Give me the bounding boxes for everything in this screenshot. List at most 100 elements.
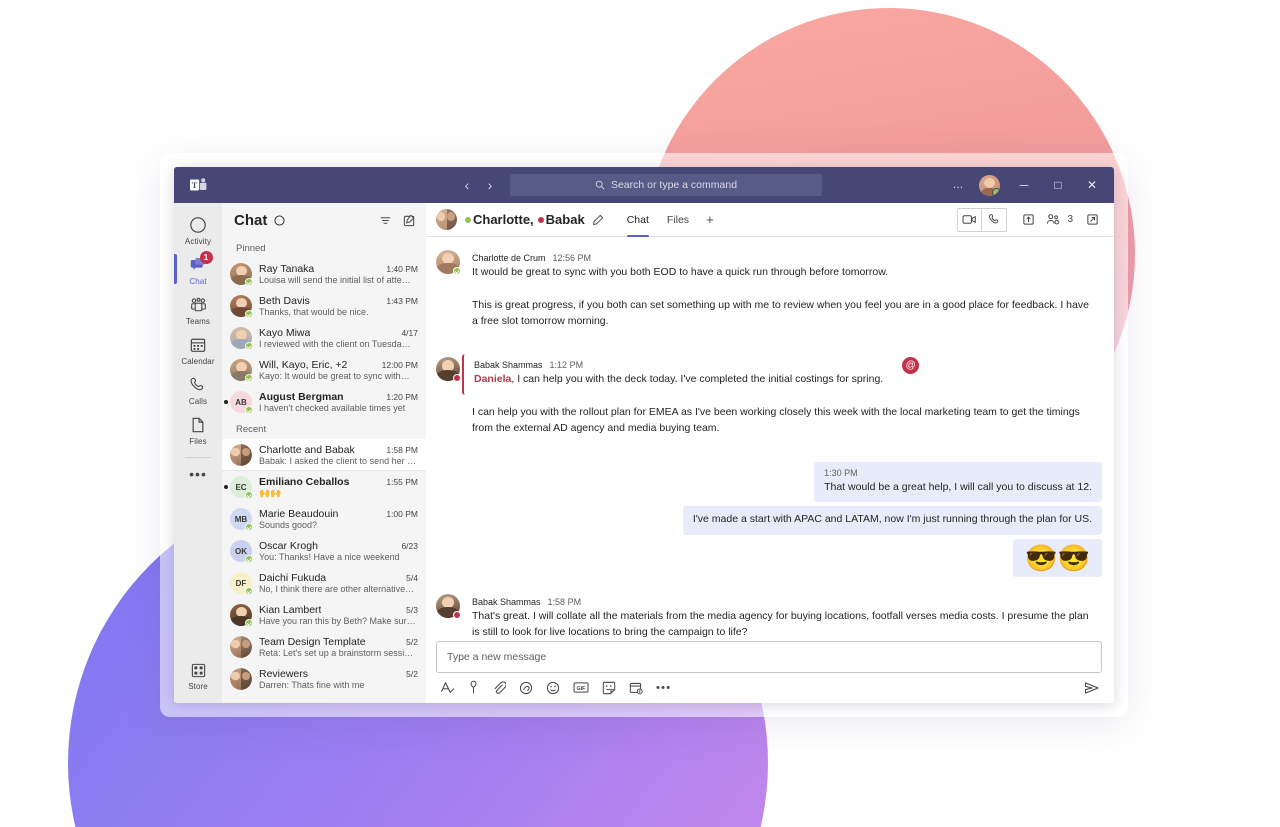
message-group: Charlotte de Crum 12:56 PM It would be gre…: [436, 247, 1102, 340]
chat-list-item-time: 1:55 PM: [386, 476, 418, 487]
message-bubble[interactable]: Charlotte de Crum 12:56 PM It would be gre…: [462, 247, 899, 288]
chat-status-circle-icon[interactable]: [274, 214, 285, 226]
message-bubble[interactable]: Babak Shammas 1:12 PM Daniela, I can help …: [462, 354, 920, 395]
presence-indicator: [245, 619, 253, 627]
mention-name[interactable]: Daniela: [474, 373, 511, 385]
message-input[interactable]: Type a new message: [436, 641, 1102, 673]
video-call-icon[interactable]: [958, 208, 983, 231]
share-screen-icon[interactable]: [1016, 209, 1040, 231]
chat-list-item[interactable]: AB August Bergman 1:20 PM I haven't checked…: [222, 386, 426, 418]
close-button[interactable]: ✕: [1076, 170, 1108, 200]
maximize-button[interactable]: □: [1042, 170, 1074, 200]
window-controls: … ─ □ ✕: [945, 167, 1108, 203]
chat-list-item[interactable]: DF Daichi Fukuda 5/4 No, I think there are …: [222, 567, 426, 599]
emoji-icon[interactable]: [546, 681, 560, 695]
chat-list-item-preview: Sounds good?: [259, 520, 318, 530]
back-button[interactable]: ‹: [457, 174, 477, 196]
attach-icon[interactable]: [492, 680, 506, 695]
avatar: [230, 359, 253, 382]
minimize-button[interactable]: ─: [1008, 170, 1040, 200]
forward-button[interactable]: ›: [480, 174, 500, 196]
chat-list-item[interactable]: Reviewers 5/2 Darren: Thats fine with me: [222, 663, 426, 695]
title-bar: T ‹ › Search or type a command … ─ □ ✕: [174, 167, 1114, 203]
chat-list-item[interactable]: Team Design Template 5/2 Reta: Let's set u…: [222, 631, 426, 663]
chat-list-item[interactable]: Ray Tanaka 1:40 PM Louisa will send the in…: [222, 258, 426, 290]
chat-list-item-name: Charlotte and Babak: [259, 444, 355, 456]
avatar: EC: [230, 476, 253, 499]
search-icon: [595, 180, 605, 190]
message-input-placeholder: Type a new message: [447, 651, 547, 663]
chat-list-scroll[interactable]: Pinned Ray Tanaka 1:40 PM Louisa will send …: [222, 237, 426, 703]
chat-list-item[interactable]: OK Oscar Krogh 6/23 You: Thanks! Have a nic…: [222, 535, 426, 567]
priority-icon[interactable]: [468, 680, 479, 695]
audio-call-icon[interactable]: [982, 209, 1006, 231]
rail-item-teams[interactable]: Teams: [174, 290, 222, 330]
more-options-icon[interactable]: •••: [656, 682, 671, 694]
message-bubble[interactable]: Babak Shammas 1:58 PM That's great. I will…: [462, 591, 1102, 641]
presence-indicator: [245, 374, 253, 382]
rail-item-calendar[interactable]: Calendar: [174, 330, 222, 370]
chat-section-label: Recent: [236, 424, 267, 435]
charlotte-presence-icon: [465, 216, 471, 223]
chat-list-item[interactable]: EC Emiliano Ceballos 1:55 PM 🙌🙌: [222, 471, 426, 503]
chat-list-item-text: Will, Kayo, Eric, +2 12:00 PM Kayo: It wou…: [259, 359, 418, 381]
rail-item-calls[interactable]: Calls: [174, 370, 222, 410]
rail-item-activity[interactable]: Activity: [174, 210, 222, 250]
popout-icon[interactable]: [1080, 209, 1104, 231]
meeting-icon[interactable]: [629, 681, 643, 695]
chat-list-item-name: August Bergman: [259, 391, 344, 403]
presence-indicator: [453, 267, 461, 275]
message-bubble[interactable]: I can help you with the rollout plan for…: [462, 399, 1102, 444]
message-text: Daniela, I can help you with the deck to…: [474, 372, 883, 388]
chat-list-item[interactable]: Kayo Miwa 4/17 I reviewed with the client …: [222, 322, 426, 354]
participants-icon[interactable]: [1041, 209, 1065, 231]
chat-list-item-name: Oscar Krogh: [259, 540, 318, 552]
chat-list-item[interactable]: Kian Lambert 5/3 Have you ran this by Beth…: [222, 599, 426, 631]
sticker-icon[interactable]: [602, 681, 616, 695]
chat-list-item[interactable]: MB Marie Beaudouin 1:00 PM Sounds good?: [222, 503, 426, 535]
avatar: [436, 250, 461, 275]
rail-item-chat[interactable]: 1 Chat: [174, 250, 222, 290]
message-avatar: [436, 591, 462, 641]
chat-list-item-preview: 🙌🙌: [259, 487, 282, 498]
message-list[interactable]: Charlotte de Crum 12:56 PM It would be gre…: [426, 237, 1114, 641]
chat-list-item-time: 6/23: [401, 541, 418, 551]
gif-icon[interactable]: GIF: [573, 681, 589, 694]
tab-files[interactable]: Files: [658, 203, 698, 237]
new-chat-icon[interactable]: [403, 214, 416, 227]
add-tab-button[interactable]: +: [698, 203, 722, 237]
chat-list-item[interactable]: Beth Davis 1:43 PM Thanks, that would be n…: [222, 290, 426, 322]
message-bubbles: Babak Shammas 1:58 PM That's great. I will…: [462, 591, 1102, 641]
send-icon[interactable]: [1084, 681, 1100, 695]
format-icon[interactable]: [440, 681, 455, 695]
chat-list-item-time: 12:00 PM: [381, 360, 418, 370]
rail-more-button[interactable]: •••: [189, 460, 207, 488]
avatar: [230, 444, 252, 466]
navigation-arrows[interactable]: ‹ ›: [457, 174, 500, 196]
presence-indicator: [453, 374, 461, 383]
message-body: I can help you with the rollout plan for…: [472, 406, 1080, 434]
chat-list-item-name: Ray Tanaka: [259, 263, 315, 275]
presence-indicator: [245, 587, 253, 595]
user-avatar[interactable]: [979, 174, 1000, 196]
svg-text:GIF: GIF: [577, 686, 586, 692]
search-input[interactable]: Search or type a command: [510, 174, 822, 196]
rail-item-files[interactable]: Files: [174, 410, 222, 450]
filter-icon[interactable]: [379, 214, 392, 227]
message-text: That's great. I will collate all the mat…: [472, 609, 1092, 641]
rail-item-store[interactable]: Store: [174, 655, 222, 695]
chat-list-item[interactable]: Will, Kayo, Eric, +2 12:00 PM Kayo: It wou…: [222, 354, 426, 386]
avatar: [230, 327, 253, 350]
tab-chat[interactable]: Chat: [618, 203, 658, 237]
emoji-message[interactable]: 😎😎: [1013, 539, 1102, 577]
message-bubble[interactable]: I've made a start with APAC and LATAM, n…: [682, 506, 1102, 535]
titlebar-more-button[interactable]: …: [945, 172, 971, 198]
chat-list-item[interactable]: Charlotte and Babak 1:58 PM Babak: I asked…: [222, 439, 426, 471]
message-bubble[interactable]: This is great progress, if you both can …: [462, 291, 1102, 337]
rail-label-calendar: Calendar: [181, 357, 215, 366]
message-bubble[interactable]: 1:30 PM That would be a great help, I wil…: [814, 461, 1102, 503]
pencil-icon[interactable]: [592, 214, 604, 226]
message-text: This is great progress, if you both can …: [472, 298, 1092, 330]
chat-list-item-text: Kayo Miwa 4/17 I reviewed with the client …: [259, 327, 418, 349]
loop-icon[interactable]: [519, 681, 533, 695]
